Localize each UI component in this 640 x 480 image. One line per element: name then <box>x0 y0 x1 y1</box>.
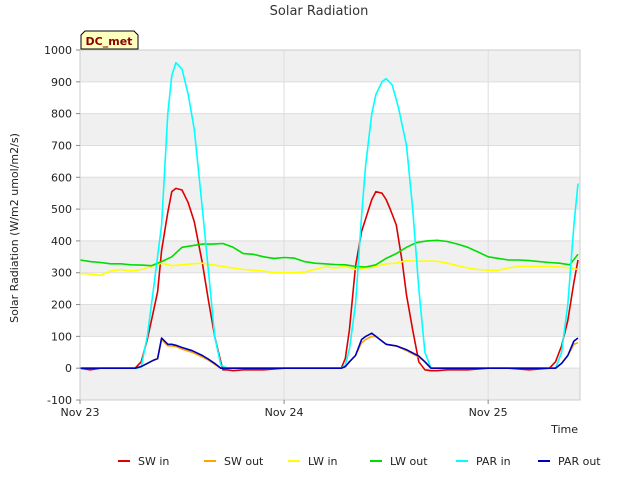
legend: SW in SW out LW in LW out PAR in PAR out <box>118 455 601 468</box>
legend-item: SW in <box>118 455 169 468</box>
x-tick-label: Nov 23 <box>61 406 100 419</box>
y-tick-label: 200 <box>51 299 72 312</box>
x-tick-label: Nov 25 <box>469 406 508 419</box>
plot-background-bands <box>80 50 580 400</box>
y-tick-label: 500 <box>51 203 72 216</box>
legend-label: SW in <box>138 455 169 468</box>
legend-item: SW out <box>204 455 264 468</box>
badge-label: DC_met <box>86 35 133 48</box>
legend-item: LW in <box>288 455 338 468</box>
x-tick-label: Nov 24 <box>265 406 304 419</box>
legend-label: SW out <box>224 455 264 468</box>
plot-band <box>80 209 580 241</box>
legend-label: LW out <box>390 455 428 468</box>
legend-label: PAR out <box>558 455 601 468</box>
x-axis-label: Time <box>550 423 578 436</box>
y-axis-label: Solar Radiation (W/m2 umol/m2/s) <box>8 133 21 323</box>
solar-radiation-chart: Solar Radiation -10001002003004005006007… <box>8 4 601 468</box>
y-tick-label: 600 <box>51 171 72 184</box>
legend-label: LW in <box>308 455 338 468</box>
legend-item: PAR out <box>538 455 601 468</box>
y-tick-label: 100 <box>51 330 72 343</box>
plot-band <box>80 304 580 337</box>
dc-met-badge: DC_met <box>80 30 139 50</box>
y-tick-label: 800 <box>51 108 72 121</box>
y-tick-label: 700 <box>51 139 72 152</box>
plot-band <box>80 177 580 210</box>
legend-item: LW out <box>370 455 428 468</box>
y-tick-label: 300 <box>51 267 72 280</box>
plot-band <box>80 336 580 369</box>
legend-item: PAR in <box>456 455 511 468</box>
x-axis-ticks: Nov 23 Nov 24 Nov 25 <box>61 400 508 419</box>
y-tick-label: 0 <box>65 362 72 375</box>
chart-title: Solar Radiation <box>270 4 369 19</box>
y-tick-label: 1000 <box>44 44 72 57</box>
y-axis-ticks: -10001002003004005006007008009001000 <box>44 44 80 407</box>
plot-band <box>80 368 580 400</box>
plot-band <box>80 113 580 146</box>
y-tick-label: 900 <box>51 76 72 89</box>
plot-band <box>80 50 580 82</box>
y-tick-label: 400 <box>51 235 72 248</box>
plot-band <box>80 81 580 114</box>
legend-label: PAR in <box>476 455 511 468</box>
plot-band <box>80 145 580 178</box>
